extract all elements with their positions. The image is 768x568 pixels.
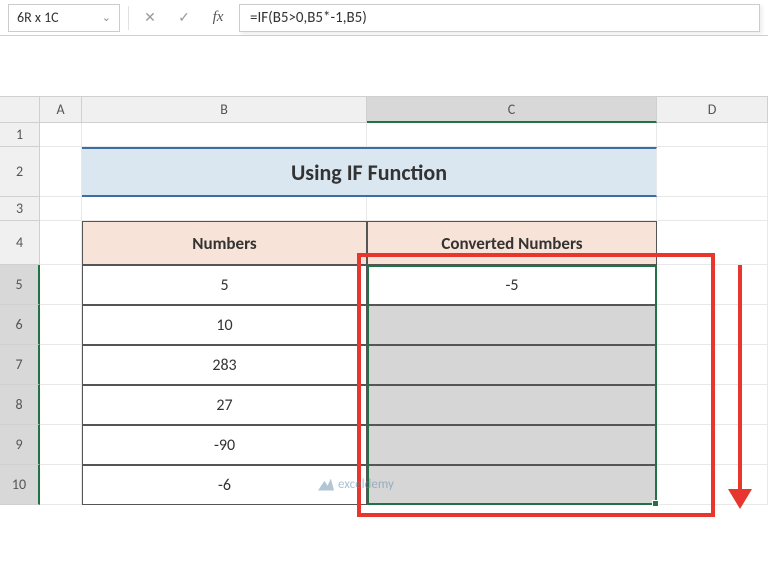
chevron-down-icon[interactable]: ⌄ xyxy=(102,11,111,24)
cell[interactable] xyxy=(657,425,768,465)
cell[interactable] xyxy=(40,345,82,385)
cell[interactable] xyxy=(82,123,367,147)
cell[interactable] xyxy=(40,465,82,505)
annotation-arrow-shaft xyxy=(738,265,742,490)
cancel-icon: ✕ xyxy=(144,9,156,26)
row-header-8[interactable]: 8 xyxy=(0,385,40,425)
annotation-arrow-head-icon xyxy=(728,489,752,509)
confirm-formula-button[interactable]: ✓ xyxy=(171,5,197,31)
cell[interactable] xyxy=(367,197,657,221)
cell[interactable] xyxy=(40,197,82,221)
cell[interactable] xyxy=(40,221,82,265)
sheet-title: Using IF Function xyxy=(82,147,657,197)
table-cell-selected[interactable] xyxy=(367,465,657,505)
table-cell-selected[interactable] xyxy=(367,345,657,385)
table-header-converted[interactable]: Converted Numbers xyxy=(367,221,657,265)
row-header-5[interactable]: 5 xyxy=(0,265,40,305)
row-header-9[interactable]: 9 xyxy=(0,425,40,465)
cell[interactable] xyxy=(40,265,82,305)
table-cell-selected[interactable] xyxy=(367,305,657,345)
col-header-a[interactable]: A xyxy=(40,97,82,123)
table-cell-active[interactable]: -5 xyxy=(367,265,657,305)
row-header-1[interactable]: 1 xyxy=(0,123,40,147)
table-cell-selected[interactable] xyxy=(367,385,657,425)
name-box-value: 6R x 1C xyxy=(17,9,59,26)
row-header-3[interactable]: 3 xyxy=(0,197,40,221)
formula-text: =IF(B5>0,B5*-1,B5) xyxy=(250,9,367,27)
cell[interactable] xyxy=(657,147,768,197)
table-cell[interactable]: 10 xyxy=(82,305,367,345)
spreadsheet-grid[interactable]: A B C D 1 2 Using IF Function 3 4 Number… xyxy=(0,96,768,505)
select-all-corner[interactable] xyxy=(0,97,40,123)
insert-function-button[interactable]: fx xyxy=(205,5,231,31)
formula-input[interactable]: =IF(B5>0,B5*-1,B5) xyxy=(239,4,760,32)
fill-handle[interactable] xyxy=(652,500,659,507)
cell[interactable] xyxy=(40,385,82,425)
cell[interactable] xyxy=(657,385,768,425)
row-header-2[interactable]: 2 xyxy=(0,147,40,197)
table-cell-selected[interactable] xyxy=(367,425,657,465)
divider xyxy=(128,6,129,30)
cell[interactable] xyxy=(40,123,82,147)
col-header-b[interactable]: B xyxy=(82,97,367,123)
col-header-d[interactable]: D xyxy=(657,97,768,123)
cell[interactable] xyxy=(657,265,768,305)
cell[interactable] xyxy=(657,345,768,385)
watermark-text: exceldemy xyxy=(338,477,394,492)
name-box[interactable]: 6R x 1C ⌄ xyxy=(8,4,120,32)
row-header-10[interactable]: 10 xyxy=(0,465,40,505)
formula-bar: 6R x 1C ⌄ ✕ ✓ fx =IF(B5>0,B5*-1,B5) xyxy=(0,0,768,36)
cell[interactable] xyxy=(657,123,768,147)
row-header-7[interactable]: 7 xyxy=(0,345,40,385)
cell[interactable] xyxy=(657,221,768,265)
table-header-numbers[interactable]: Numbers xyxy=(82,221,367,265)
col-header-c[interactable]: C xyxy=(367,97,657,123)
table-cell[interactable]: 27 xyxy=(82,385,367,425)
watermark: exceldemy xyxy=(318,477,394,492)
table-cell[interactable]: 283 xyxy=(82,345,367,385)
fx-icon: fx xyxy=(213,9,224,26)
cell[interactable] xyxy=(657,305,768,345)
check-icon: ✓ xyxy=(178,9,190,26)
table-cell[interactable]: 5 xyxy=(82,265,367,305)
ribbon-spacer xyxy=(0,36,768,96)
cancel-formula-button[interactable]: ✕ xyxy=(137,5,163,31)
cell[interactable] xyxy=(82,197,367,221)
cell[interactable] xyxy=(657,197,768,221)
watermark-icon xyxy=(318,479,334,491)
cell[interactable] xyxy=(40,147,82,197)
cell[interactable] xyxy=(367,123,657,147)
row-header-4[interactable]: 4 xyxy=(0,221,40,265)
table-cell[interactable]: -90 xyxy=(82,425,367,465)
row-header-6[interactable]: 6 xyxy=(0,305,40,345)
cell[interactable] xyxy=(40,425,82,465)
cell[interactable] xyxy=(40,305,82,345)
